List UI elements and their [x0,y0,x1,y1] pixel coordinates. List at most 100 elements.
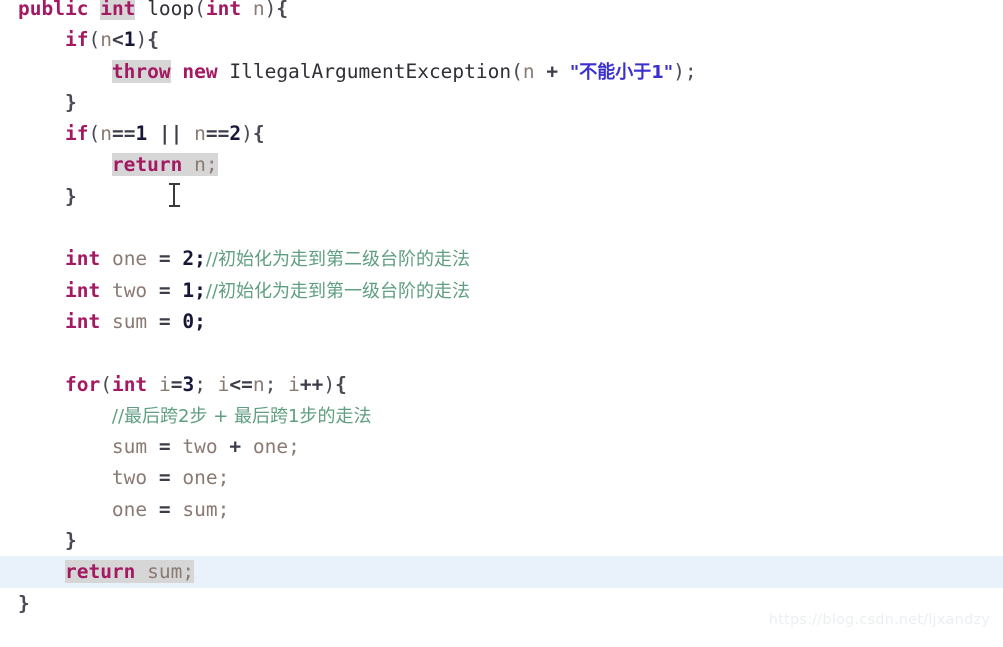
code-line-16[interactable]: two = one; [0,462,1003,493]
code-content[interactable]: public int loop(int n){ if(n<1){ throw n… [0,0,1003,619]
token-operator-lte: <= [229,372,253,396]
token-paren-open: ( [88,122,101,146]
token-keyword-int: int [111,372,148,396]
token-brace-close: } [64,90,77,114]
token-keyword-if: if [64,122,89,146]
code-line-4[interactable]: } [0,87,1003,118]
token-keyword-int: int [64,278,101,302]
code-line-6[interactable]: return n; [0,149,1003,180]
token-identifier-n: n [252,372,265,396]
code-line-15[interactable]: sum = two + one; [0,431,1003,462]
token-variable-one: one; [252,435,300,459]
code-line-18[interactable]: } [0,525,1003,556]
token-variable-two: two [182,435,218,459]
token-brace-close: } [64,529,77,553]
token-keyword-new: new [182,59,218,83]
token-keyword-return: return [64,560,136,584]
token-number-2: 2; [182,247,206,271]
code-line-3[interactable]: throw new IllegalArgumentException(n + "… [0,56,1003,87]
token-statement-tail: ); [673,59,697,83]
token-operator-assign: = [147,497,183,521]
token-operator-eq: == [111,122,136,146]
token-variable-two: two [111,466,148,490]
token-number-1: 1 [135,122,148,146]
token-brace-open: { [276,0,289,20]
token-variable-sum: sum [111,309,148,333]
code-line-8-blank[interactable] [0,212,1003,243]
token-variable-i: i [288,372,300,396]
code-line-19-current[interactable]: return sum; [0,556,1003,588]
code-line-13[interactable]: for(int i=3; i<=n; i++){ [0,369,1003,400]
token-operator-assign: = [147,278,183,302]
token-paren-open: ( [194,0,206,20]
token-keyword-int-param: int [205,0,242,20]
token-variable-i: i [158,372,171,396]
token-operator-increment: ++ [299,372,324,396]
token-paren-close: ) [323,372,336,396]
token-number-1: 1 [123,28,136,52]
token-identifier-n: n [100,122,112,146]
token-keyword-return: return [111,153,183,177]
token-brace-open: { [147,28,159,52]
token-operator-assign: = [147,247,183,271]
token-keyword-throw: throw [111,59,171,83]
code-line-12-blank[interactable] [0,337,1003,368]
code-line-7[interactable]: } [0,181,1003,212]
code-editor-surface[interactable]: public int loop(int n){ if(n<1){ throw n… [0,0,1003,647]
code-line-2[interactable]: if(n<1){ [0,24,1003,55]
token-keyword-public: public [18,0,89,20]
token-operator-plus: + [534,59,570,83]
token-variable-one: one [111,497,148,521]
token-number-1: 1; [182,278,206,302]
code-line-11[interactable]: int sum = 0; [0,306,1003,337]
token-type-illegalargumentexception: IllegalArgumentException [229,59,512,83]
token-brace-close: } [64,184,77,208]
code-line-9[interactable]: int one = 2;//初始化为走到第二级台阶的走法 [0,243,1003,274]
token-paren-close: ) [135,28,148,52]
token-param-n: n [252,0,265,20]
token-brace-close: } [18,591,30,615]
token-identifier-n: n [194,122,206,146]
token-keyword-for: for [64,372,101,396]
code-line-14[interactable]: //最后跨2步 + 最后跨1步的走法 [0,400,1003,431]
token-keyword-if: if [64,28,89,52]
token-string-literal: "不能小于1" [569,61,674,83]
token-brace-open: { [252,122,265,146]
token-paren-close: ) [241,122,253,146]
token-semicolon: ; [264,372,289,396]
token-return-value-sum: sum; [135,560,195,584]
token-number-2: 2 [229,122,242,146]
code-line-1[interactable]: public int loop(int n){ [0,0,1003,24]
token-identifier-n: n [522,59,535,83]
code-line-5[interactable]: if(n==1 || n==2){ [0,118,1003,149]
token-comment: //最后跨2步 + 最后跨1步的走法 [111,405,372,427]
token-keyword-int: int [100,0,136,20]
token-operator-or: || [147,122,195,146]
token-comment: //初始化为走到第一级台阶的走法 [205,280,471,302]
token-semicolon: ; [194,372,218,396]
code-line-17[interactable]: one = sum; [0,494,1003,525]
code-line-10[interactable]: int two = 1;//初始化为走到第一级台阶的走法 [0,275,1003,306]
token-operator-assign: = [147,309,183,333]
token-variable-sum: sum [111,435,148,459]
token-comment: //初始化为走到第二级台阶的走法 [205,249,471,271]
token-operator-plus: + [217,435,253,459]
